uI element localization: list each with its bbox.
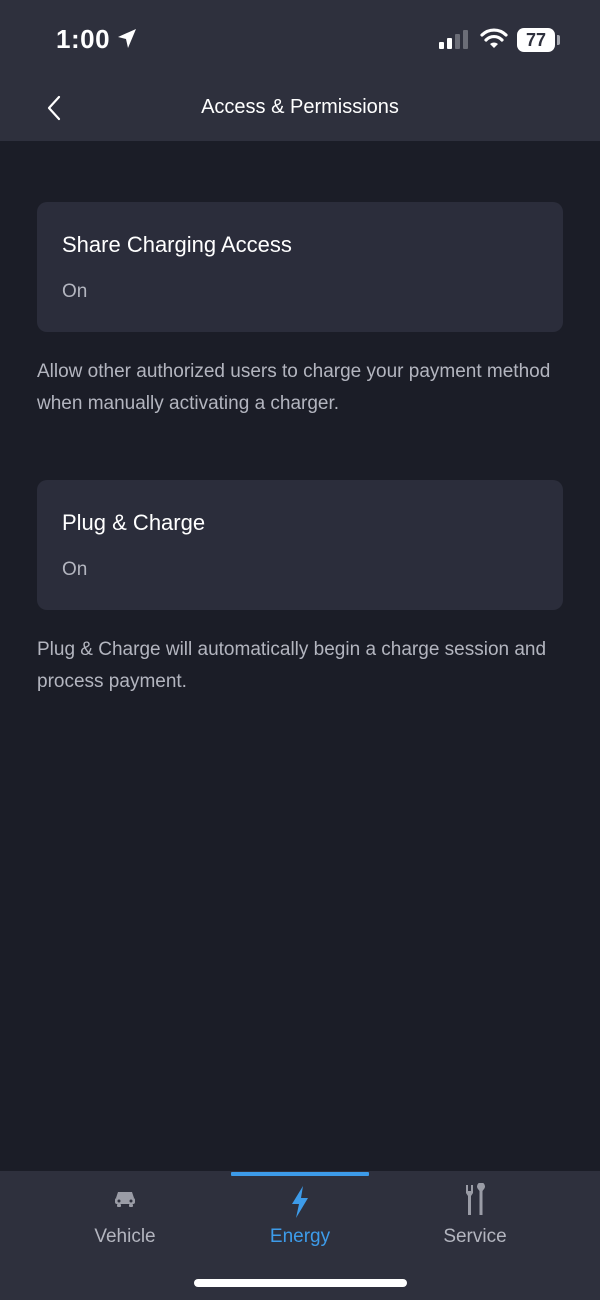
- cellular-signal-icon: [439, 30, 468, 49]
- setting-title: Plug & Charge: [62, 510, 206, 535]
- top-area: 1:00 77 Access & Permissions: [0, 0, 600, 141]
- wifi-icon: [480, 28, 508, 48]
- lightning-bolt-icon: [292, 1186, 308, 1218]
- app-screen: 1:00 77 Access & Permissions Share Charg…: [0, 0, 600, 1300]
- plug-and-charge-card[interactable]: Plug & Charge On: [37, 480, 563, 610]
- share-charging-access-card[interactable]: Share Charging Access On: [37, 202, 563, 332]
- tab-label: Energy: [269, 1226, 331, 1247]
- home-indicator[interactable]: [194, 1279, 407, 1287]
- tools-icon: [466, 1183, 485, 1215]
- setting-title: Share Charging Access: [62, 232, 292, 257]
- location-arrow-icon: [118, 29, 136, 48]
- status-bar: 1:00 77: [0, 0, 600, 80]
- setting-value: On: [62, 559, 88, 580]
- battery-level: 77: [525, 29, 547, 50]
- nav-header: Access & Permissions: [0, 80, 600, 141]
- setting-value: On: [62, 281, 88, 302]
- tab-label: Service: [443, 1226, 507, 1247]
- plug-and-charge-description: Plug & Charge will automatically begin a…: [37, 639, 547, 692]
- page-title: Access & Permissions: [201, 96, 399, 118]
- status-time: 1:00: [56, 24, 111, 54]
- tab-energy[interactable]: Energy: [220, 1171, 380, 1271]
- tab-service[interactable]: Service: [395, 1171, 555, 1271]
- battery-icon: 77: [517, 28, 555, 52]
- battery-nub: [557, 35, 560, 45]
- tab-vehicle[interactable]: Vehicle: [45, 1171, 205, 1271]
- tab-label: Vehicle: [94, 1226, 156, 1247]
- share-charging-access-description: Allow other authorized users to charge y…: [37, 361, 551, 414]
- car-icon: [115, 1192, 135, 1207]
